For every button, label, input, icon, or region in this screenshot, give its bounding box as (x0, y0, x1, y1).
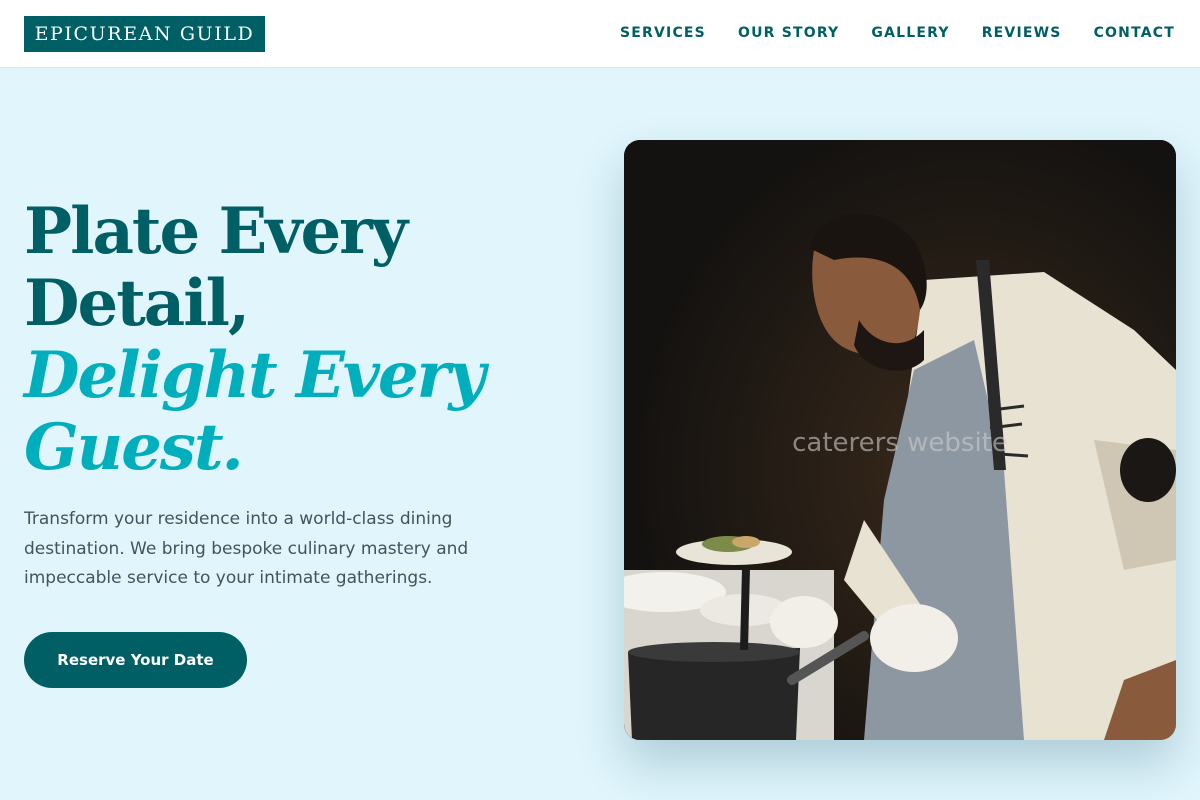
hero-heading-accent-line-1: Delight Every (24, 338, 486, 413)
hero-heading: Plate Every Detail, Delight Every Guest. (24, 196, 584, 484)
hero-heading-accent-line-2: Guest. (24, 410, 244, 485)
site-header: EPICUREAN GUILD SERVICES OUR STORY GALLE… (0, 0, 1200, 68)
main-nav: SERVICES OUR STORY GALLERY REVIEWS CONTA… (620, 22, 1175, 44)
nav-link-reviews[interactable]: REVIEWS (982, 25, 1062, 41)
hero-image: caterers website (624, 140, 1176, 740)
nav-link-services[interactable]: SERVICES (620, 25, 706, 41)
nav-link-contact[interactable]: CONTACT (1094, 25, 1175, 41)
image-watermark: caterers website (792, 428, 1008, 458)
hero-heading-line-1: Plate Every (24, 194, 408, 269)
hero-subtitle: Transform your residence into a world-cl… (24, 509, 469, 588)
nav-link-our-story[interactable]: OUR STORY (738, 25, 839, 41)
hero-heading-line-2: Detail, (24, 266, 250, 341)
brand-logo[interactable]: EPICUREAN GUILD (24, 16, 265, 52)
nav-link-gallery[interactable]: GALLERY (871, 25, 949, 41)
reserve-date-button[interactable]: Reserve Your Date (24, 632, 247, 688)
